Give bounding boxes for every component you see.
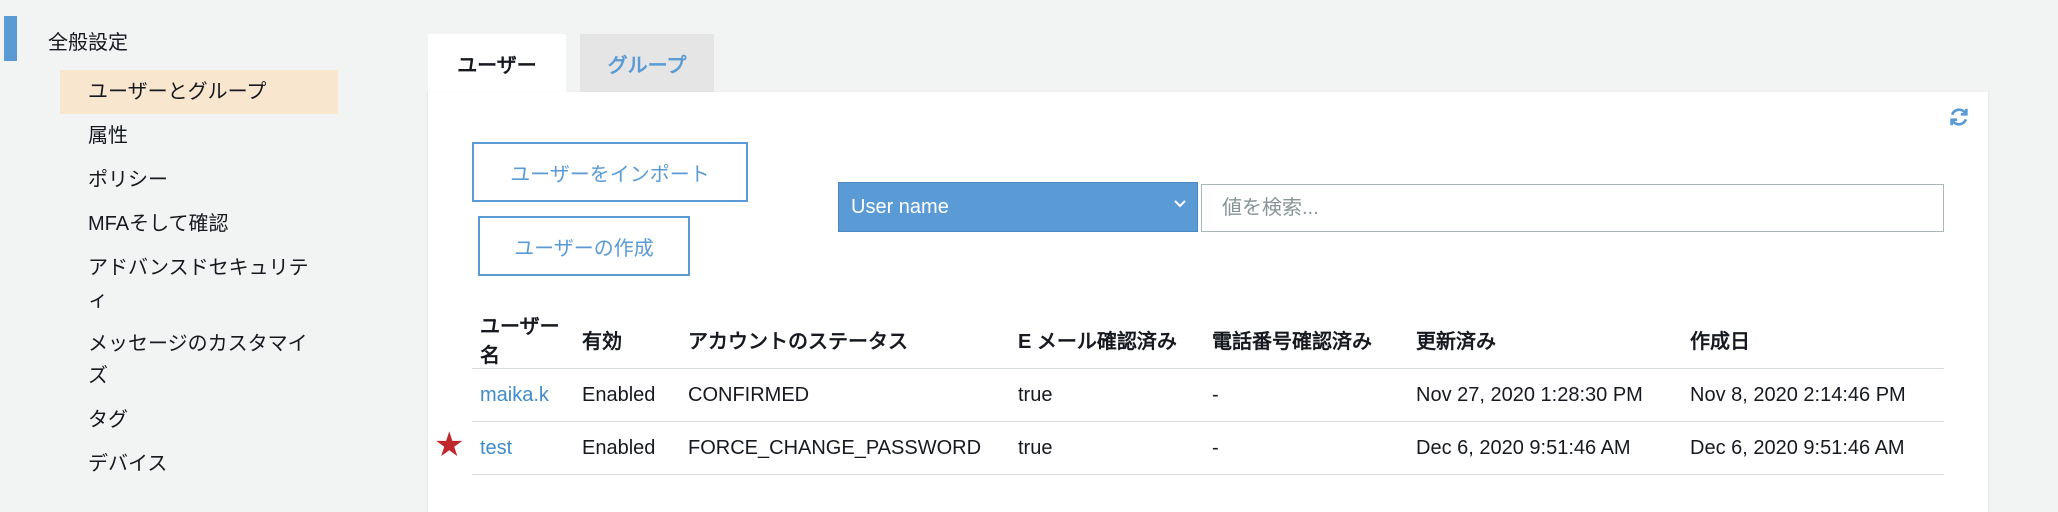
sidebar-item-message-customization[interactable]: メッセージのカスタマイズ xyxy=(60,328,320,392)
chevron-down-icon xyxy=(1174,200,1186,208)
username-link[interactable]: test xyxy=(480,437,512,459)
refresh-icon[interactable] xyxy=(1948,106,1970,128)
column-header-enabled[interactable]: 有効 xyxy=(574,310,680,369)
cell-enabled: Enabled xyxy=(574,368,680,422)
cell-updated: Dec 6, 2020 9:51:46 AM xyxy=(1408,421,1682,475)
username-link[interactable]: maika.k xyxy=(480,384,549,406)
cell-phone-verified: - xyxy=(1204,368,1408,422)
sidebar-item-advanced-security[interactable]: アドバンスドセキュリティ xyxy=(60,252,320,316)
users-table: ユーザー名 有効 アカウントのステータス E メール確認済み 電話番号確認済み … xyxy=(472,310,1944,475)
cell-phone-verified: - xyxy=(1204,421,1408,475)
column-header-created[interactable]: 作成日 xyxy=(1682,310,1944,369)
cell-created: Nov 8, 2020 2:14:46 PM xyxy=(1682,368,1944,422)
sidebar-section-title: 全般設定 xyxy=(48,32,128,54)
sidebar-item-mfa[interactable]: MFAそして確認 xyxy=(60,208,338,240)
section-indicator-bar xyxy=(4,16,17,61)
create-user-button[interactable]: ユーザーの作成 xyxy=(478,216,690,276)
column-header-phone-verified[interactable]: 電話番号確認済み xyxy=(1204,310,1408,369)
sidebar-item-policies[interactable]: ポリシー xyxy=(60,164,338,196)
cell-email-verified: true xyxy=(1010,368,1204,422)
sidebar-nav: ユーザーとグループ 属性 ポリシー MFAそして確認 アドバンスドセキュリティ … xyxy=(60,70,338,492)
cell-created: Dec 6, 2020 9:51:46 AM xyxy=(1682,421,1944,475)
cell-username: test xyxy=(472,421,574,475)
column-header-email-verified[interactable]: E メール確認済み xyxy=(1010,310,1204,369)
users-panel: ユーザーをインポート ユーザーの作成 User name ユーザー名 有効 アカ… xyxy=(428,92,1988,512)
cell-account-status: CONFIRMED xyxy=(680,368,1010,422)
sidebar-item-devices[interactable]: デバイス xyxy=(60,448,338,480)
sidebar-item-tags[interactable]: タグ xyxy=(60,404,338,436)
table-header-row: ユーザー名 有効 アカウントのステータス E メール確認済み 電話番号確認済み … xyxy=(472,310,1944,369)
column-header-updated[interactable]: 更新済み xyxy=(1408,310,1682,369)
cell-username: maika.k xyxy=(472,368,574,422)
sidebar-item-attributes[interactable]: 属性 xyxy=(60,120,338,152)
cell-account-status: FORCE_CHANGE_PASSWORD xyxy=(680,421,1010,475)
import-users-button[interactable]: ユーザーをインポート xyxy=(472,142,748,202)
column-header-account-status[interactable]: アカウントのステータス xyxy=(680,310,1010,369)
table-row: test Enabled FORCE_CHANGE_PASSWORD true … xyxy=(472,421,1944,475)
sidebar-item-users-groups[interactable]: ユーザーとグループ xyxy=(60,70,338,114)
star-icon: ★ xyxy=(434,426,465,464)
tab-groups[interactable]: グループ xyxy=(580,34,714,92)
tab-users[interactable]: ユーザー xyxy=(428,34,566,92)
column-header-username[interactable]: ユーザー名 xyxy=(472,310,574,369)
table-row: maika.k Enabled CONFIRMED true - Nov 27,… xyxy=(472,368,1944,422)
attribute-select-value: User name xyxy=(851,195,949,218)
cell-enabled: Enabled xyxy=(574,421,680,475)
cell-email-verified: true xyxy=(1010,421,1204,475)
search-input[interactable] xyxy=(1201,184,1944,232)
attribute-select[interactable]: User name xyxy=(838,182,1198,232)
cell-updated: Nov 27, 2020 1:28:30 PM xyxy=(1408,368,1682,422)
sidebar: 全般設定 ユーザーとグループ 属性 ポリシー MFAそして確認 アドバンスドセキ… xyxy=(0,0,340,492)
